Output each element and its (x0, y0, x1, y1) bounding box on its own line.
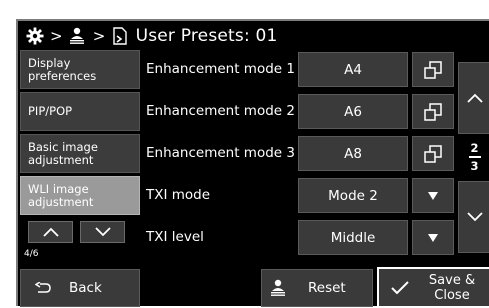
txi-level-dropdown-button[interactable] (412, 220, 454, 255)
back-button[interactable]: Back (20, 269, 140, 307)
scroll-up-button[interactable] (458, 62, 489, 134)
dropdown-arrow-icon (428, 233, 438, 242)
gear-icon[interactable] (26, 27, 44, 45)
sidebar-page-count: 4/6 (24, 249, 39, 259)
reset-label: Reset (308, 280, 346, 296)
user-icon (69, 27, 87, 45)
enhancement-mode-3-popup-button[interactable] (412, 136, 454, 171)
sidebar-item-label: Basic image adjustment (28, 140, 98, 167)
sidebar-item-display-preferences[interactable]: Display preferences (20, 50, 140, 89)
row-label-enhancement-mode-2: Enhancement mode 2 (146, 103, 295, 119)
chevron-up-icon (466, 93, 483, 103)
row-label-txi-mode: TXI mode (146, 187, 211, 203)
breadcrumb-separator: > (50, 26, 63, 45)
save-and-close-button[interactable]: Save & Close (377, 267, 489, 308)
sidebar-item-wli-image-adjustment[interactable]: WLI image adjustment (20, 176, 140, 215)
sidebar-page-down-button[interactable] (80, 221, 125, 243)
sidebar-item-label: Display preferences (28, 56, 97, 83)
page-divider (468, 156, 481, 158)
preset-file-icon (112, 26, 130, 45)
page-title: User Presets: 01 (135, 25, 278, 46)
chevron-down-icon (466, 212, 483, 222)
row-label-enhancement-mode-1: Enhancement mode 1 (146, 61, 295, 77)
back-arrow-icon (35, 282, 51, 293)
page-total: 3 (470, 158, 479, 173)
breadcrumb-separator: > (92, 26, 106, 45)
sidebar-item-pip-pop[interactable]: PIP/POP (20, 92, 140, 131)
enhancement-mode-3-value[interactable]: A8 (298, 136, 408, 171)
sidebar-item-label: PIP/POP (28, 104, 73, 118)
chevron-down-icon (94, 227, 111, 237)
enhancement-mode-1-popup-button[interactable] (412, 52, 454, 87)
dropdown-arrow-icon (428, 191, 438, 200)
enhancement-mode-2-popup-button[interactable] (412, 94, 454, 129)
sidebar-page-up-button[interactable] (28, 221, 73, 243)
sidebar-item-label: WLI image adjustment (28, 182, 94, 209)
chevron-up-icon (42, 227, 59, 237)
page-current: 2 (470, 141, 479, 156)
enhancement-mode-1-value[interactable]: A4 (298, 52, 408, 87)
popup-window-icon (424, 60, 442, 79)
sidebar-item-basic-image-adjustment[interactable]: Basic image adjustment (20, 134, 140, 173)
row-label-enhancement-mode-3: Enhancement mode 3 (146, 145, 295, 161)
txi-mode-dropdown-button[interactable] (412, 178, 454, 213)
scroll-down-button[interactable] (458, 181, 489, 253)
txi-level-value[interactable]: Middle (298, 220, 408, 255)
row-label-txi-level: TXI level (146, 229, 204, 245)
txi-mode-value[interactable]: Mode 2 (298, 178, 408, 213)
reset-button[interactable]: Reset (261, 269, 373, 307)
title-bar: > > User Presets: 01 (18, 21, 489, 50)
save-and-close-label: Save & Close (428, 272, 476, 303)
enhancement-mode-2-value[interactable]: A6 (298, 94, 408, 129)
popup-window-icon (424, 102, 442, 121)
back-label: Back (69, 280, 102, 296)
checkmark-icon (391, 280, 409, 294)
user-reset-icon (271, 279, 285, 296)
preset-screen: > > User Presets: 01 Display preferences… (16, 19, 489, 308)
popup-window-icon (424, 144, 442, 163)
page-indicator: 2 3 (458, 137, 489, 177)
